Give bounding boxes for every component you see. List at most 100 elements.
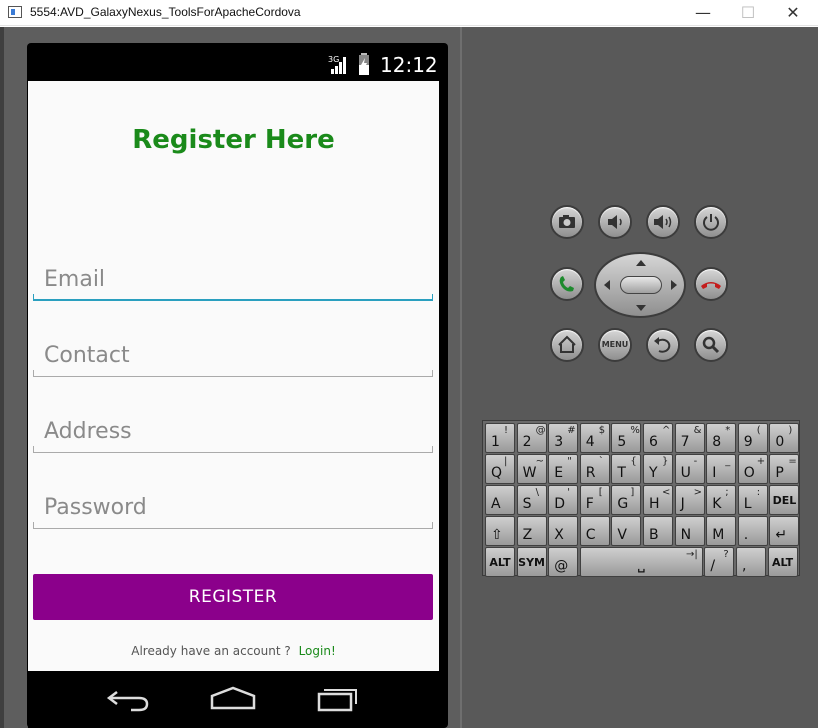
- key-row1-8[interactable]: 9(: [737, 423, 768, 453]
- dpad-down-icon[interactable]: [636, 305, 646, 311]
- key-row4-7[interactable]: M: [706, 516, 737, 546]
- key-label: L: [743, 496, 752, 512]
- key-row1-0[interactable]: 1!: [485, 423, 515, 453]
- email-placeholder: Email: [44, 267, 106, 292]
- key-row2-1[interactable]: W ~: [516, 454, 547, 484]
- key-row4-6[interactable]: N: [674, 516, 705, 546]
- key-row2-0[interactable]: Q |: [485, 454, 515, 484]
- login-link[interactable]: Login!: [299, 644, 336, 658]
- key-secondary-label: _: [725, 456, 731, 467]
- login-prompt-line: Already have an account ? Login!: [28, 644, 439, 658]
- password-underline: [33, 522, 433, 529]
- key-label: P: [775, 465, 784, 481]
- key-row3-3[interactable]: F[: [579, 485, 610, 515]
- key-label: X: [554, 527, 564, 543]
- back-hardware-button[interactable]: [646, 328, 680, 362]
- key-row3-8[interactable]: L:: [737, 485, 768, 515]
- key-row4-5[interactable]: B: [643, 516, 673, 546]
- dpad-left-icon[interactable]: [604, 280, 610, 290]
- key-secondary-label: {: [630, 456, 637, 467]
- key-label: H: [649, 496, 660, 512]
- email-field[interactable]: Email: [33, 261, 433, 301]
- key-label: 9: [743, 434, 753, 450]
- emulator-window: 3G 12:12 Register Here Email Contact Add…: [0, 27, 818, 728]
- key-row4-8[interactable]: .: [737, 516, 768, 546]
- key-row5-1[interactable]: SYM: [516, 547, 547, 577]
- key-row2-6[interactable]: U-: [674, 454, 705, 484]
- camera-button[interactable]: [550, 205, 584, 239]
- key-row5-0[interactable]: ALT: [485, 547, 515, 577]
- key-row3-5[interactable]: H <: [643, 485, 673, 515]
- key-row1-5[interactable]: 6 ^: [643, 423, 673, 453]
- call-button[interactable]: [550, 267, 584, 301]
- search-button[interactable]: [694, 328, 728, 362]
- key-row2-4[interactable]: T{: [611, 454, 642, 484]
- power-icon: [703, 214, 719, 231]
- key-row4-1[interactable]: Z: [516, 516, 547, 546]
- register-button[interactable]: REGISTER: [33, 574, 433, 620]
- key-row4-3[interactable]: C: [579, 516, 610, 546]
- key-row5-4[interactable]: /?: [704, 547, 735, 577]
- contact-field[interactable]: Contact: [33, 337, 433, 377]
- key-row2-8[interactable]: O +: [737, 454, 768, 484]
- key-row2-3[interactable]: R `: [579, 454, 610, 484]
- key-row3-4[interactable]: G]: [611, 485, 642, 515]
- end-call-icon: [701, 282, 721, 289]
- key-row2-2[interactable]: E ": [548, 454, 579, 484]
- volume-down-icon: [608, 215, 622, 229]
- home-icon[interactable]: [208, 684, 258, 714]
- key-row4-0[interactable]: ⇧: [485, 516, 515, 546]
- dpad-center-button[interactable]: [620, 276, 662, 294]
- email-underline: [33, 294, 433, 301]
- key-row4-9[interactable]: ↵: [769, 516, 800, 546]
- maximize-button[interactable]: ☐: [725, 0, 771, 26]
- key-row1-9[interactable]: 0): [769, 423, 800, 453]
- menu-button[interactable]: MENU: [598, 328, 632, 362]
- key-row3-2[interactable]: D ': [548, 485, 579, 515]
- password-placeholder: Password: [44, 495, 147, 520]
- key-row5-3[interactable]: ␣ →|: [579, 547, 703, 577]
- emulator-controls-panel: MENU 1! 2 @3 #4 $5% 6 ^ 7 & 8 * 9(0) Q | W ~ E " R ` T{Y} U - I…: [464, 27, 818, 728]
- key-secondary-label: ': [567, 487, 570, 498]
- power-button[interactable]: [694, 205, 728, 239]
- key-row1-4[interactable]: 5%: [611, 423, 642, 453]
- key-row1-7[interactable]: 8 *: [706, 423, 737, 453]
- key-row5-2[interactable]: @: [548, 547, 579, 577]
- key-secondary-label: ): [788, 425, 793, 436]
- dpad-right-icon[interactable]: [671, 280, 677, 290]
- dpad[interactable]: [594, 252, 686, 318]
- key-row1-2[interactable]: 3 #: [548, 423, 579, 453]
- key-label: 2: [522, 434, 532, 450]
- key-row2-5[interactable]: Y}: [643, 454, 673, 484]
- minimize-button[interactable]: —: [680, 0, 726, 26]
- key-row3-7[interactable]: K;: [706, 485, 737, 515]
- key-row5-5[interactable]: ,: [736, 547, 766, 577]
- key-label: .: [743, 527, 749, 543]
- key-row1-6[interactable]: 7 &: [674, 423, 705, 453]
- dpad-up-icon[interactable]: [636, 260, 646, 266]
- key-row3-9[interactable]: DEL: [769, 485, 800, 515]
- key-row2-7[interactable]: I _: [706, 454, 737, 484]
- key-row3-0[interactable]: A: [485, 485, 515, 515]
- key-row3-1[interactable]: S \: [516, 485, 547, 515]
- recents-icon[interactable]: [313, 684, 363, 714]
- close-button[interactable]: ✕: [770, 0, 816, 26]
- back-icon[interactable]: [103, 684, 153, 714]
- key-row1-1[interactable]: 2 @: [516, 423, 547, 453]
- key-row4-2[interactable]: X: [548, 516, 579, 546]
- address-field[interactable]: Address: [33, 413, 433, 453]
- key-secondary-label: ": [567, 456, 572, 467]
- end-call-button[interactable]: [694, 267, 728, 301]
- home-hardware-button[interactable]: [550, 328, 584, 362]
- volume-down-button[interactable]: [598, 205, 632, 239]
- key-row2-9[interactable]: P =: [769, 454, 800, 484]
- key-secondary-label: >: [693, 487, 702, 498]
- volume-up-button[interactable]: [646, 205, 680, 239]
- key-secondary-label: (: [756, 425, 761, 436]
- key-row1-3[interactable]: 4 $: [579, 423, 610, 453]
- key-row3-6[interactable]: J >: [674, 485, 705, 515]
- key-row5-6[interactable]: ALT: [767, 547, 798, 577]
- password-field[interactable]: Password: [33, 489, 433, 529]
- page-title: Register Here: [132, 125, 335, 155]
- key-row4-4[interactable]: V: [611, 516, 642, 546]
